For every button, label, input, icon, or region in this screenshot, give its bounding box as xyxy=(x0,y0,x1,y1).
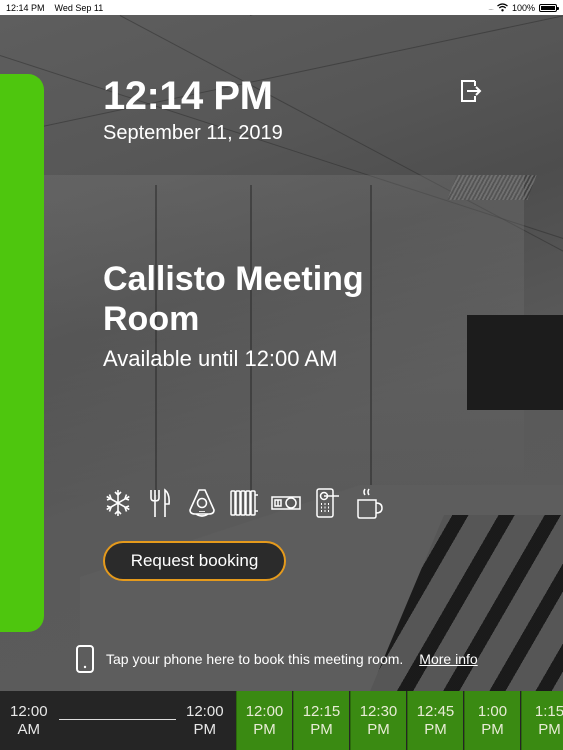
booking-timeline[interactable]: 12:00 AM 12:00 PM 12:00 PM 12:15 PM 12:3… xyxy=(0,691,563,750)
timeline-past-line xyxy=(59,719,176,720)
timeline-slot[interactable]: 12:30 PM xyxy=(350,691,406,750)
timeline-past-range: 12:00 AM 12:00 PM xyxy=(0,691,236,750)
current-time: 12:14 PM xyxy=(103,74,273,118)
projector-icon xyxy=(271,487,301,519)
timeline-slot[interactable]: 12:00 PM xyxy=(236,691,292,750)
heating-icon xyxy=(229,487,259,519)
door-lock-icon xyxy=(313,487,343,519)
logout-icon xyxy=(461,80,482,102)
logout-button[interactable] xyxy=(460,79,482,103)
timeline-slot[interactable]: 1:15 PM xyxy=(521,691,563,750)
room-name: Callisto Meeting Room xyxy=(103,260,364,338)
catering-icon xyxy=(145,487,175,519)
timeline-start-label: 12:00 AM xyxy=(10,703,48,738)
coffee-icon xyxy=(355,487,385,519)
phone-icon xyxy=(76,645,94,673)
current-date: September 11, 2019 xyxy=(103,122,283,144)
nfc-text: Tap your phone here to book this meeting… xyxy=(106,651,404,667)
timeline-slot[interactable]: 12:45 PM xyxy=(407,691,463,750)
request-booking-button[interactable]: Request booking xyxy=(103,541,286,581)
timeline-slot[interactable]: 1:00 PM xyxy=(464,691,520,750)
availability-text: Available until 12:00 AM xyxy=(103,346,338,371)
air-conditioning-icon xyxy=(103,487,133,519)
conference-phone-icon xyxy=(187,487,217,519)
amenities-list xyxy=(103,487,385,519)
nfc-booking-hint: Tap your phone here to book this meeting… xyxy=(76,645,478,673)
more-info-link[interactable]: More info xyxy=(419,651,477,667)
timeline-end-label: 12:00 PM xyxy=(186,703,224,738)
timeline-slot[interactable]: 12:15 PM xyxy=(293,691,349,750)
